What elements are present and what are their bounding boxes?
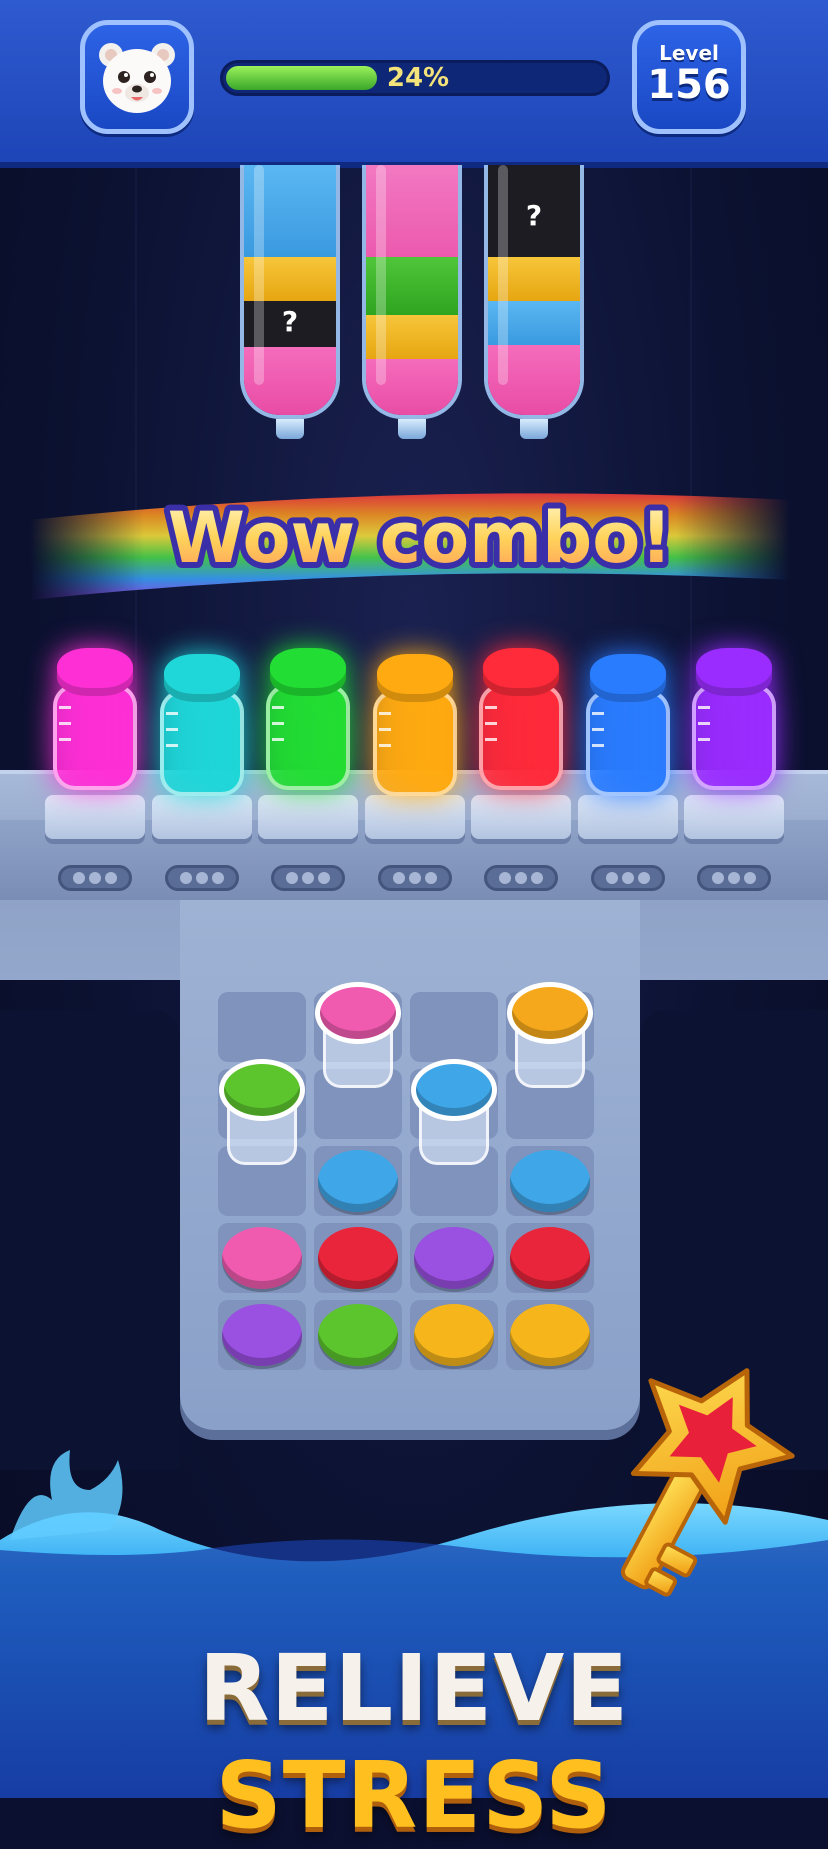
jar-liquid bbox=[53, 684, 137, 790]
jar-measure-mark bbox=[592, 728, 604, 731]
jar-measure-mark bbox=[166, 728, 178, 731]
completed-jar[interactable] bbox=[154, 654, 250, 804]
tagline-word-2: STRESS bbox=[215, 1742, 613, 1849]
shelf-vent bbox=[378, 865, 452, 891]
completed-jar[interactable] bbox=[47, 648, 143, 798]
color-disc-red[interactable] bbox=[510, 1227, 590, 1289]
jar-liquid bbox=[266, 684, 350, 790]
jar-measure-mark bbox=[272, 706, 284, 709]
jar-measure-mark bbox=[379, 712, 391, 715]
shelf-vent bbox=[591, 865, 665, 891]
glass-shine bbox=[498, 165, 508, 385]
empty-jar-orange[interactable] bbox=[507, 982, 593, 1092]
color-disc-purple[interactable] bbox=[414, 1227, 494, 1289]
jar-lid bbox=[411, 1059, 497, 1121]
completed-jar[interactable] bbox=[580, 654, 676, 804]
pour-tube-2[interactable] bbox=[362, 165, 462, 439]
jar-pedestal bbox=[471, 795, 571, 839]
jar-measure-mark bbox=[272, 738, 284, 741]
jar-pedestal bbox=[45, 795, 145, 839]
completed-jar[interactable] bbox=[367, 654, 463, 804]
jar-measure-mark bbox=[592, 744, 604, 747]
color-disc-red[interactable] bbox=[318, 1227, 398, 1289]
jar-liquid bbox=[160, 690, 244, 796]
glass-shine bbox=[376, 165, 386, 385]
jar-measure-mark bbox=[698, 706, 710, 709]
jar-measure-mark bbox=[698, 722, 710, 725]
jar-lid bbox=[377, 654, 453, 702]
jar-measure-mark bbox=[166, 744, 178, 747]
jar-measure-mark bbox=[485, 722, 497, 725]
completed-jar[interactable] bbox=[473, 648, 569, 798]
jar-measure-mark bbox=[272, 722, 284, 725]
jar-measure-mark bbox=[698, 738, 710, 741]
color-disc-purple[interactable] bbox=[222, 1304, 302, 1366]
board-cell[interactable] bbox=[218, 992, 306, 1062]
avatar-button[interactable] bbox=[80, 20, 194, 134]
level-badge: Level 156 bbox=[632, 20, 746, 134]
jar-measure-mark bbox=[59, 738, 71, 741]
jar-measure-mark bbox=[59, 706, 71, 709]
empty-jar-green[interactable] bbox=[219, 1059, 305, 1169]
combo-banner: Wow combo! Wow combo! bbox=[162, 491, 679, 585]
tube-nozzle bbox=[520, 419, 548, 439]
tube-glass: ? bbox=[240, 165, 340, 419]
background-gap bbox=[0, 1010, 180, 1470]
jar-lid bbox=[164, 654, 240, 702]
tube-nozzle bbox=[398, 419, 426, 439]
jar-lid bbox=[219, 1059, 305, 1121]
empty-jar-blue[interactable] bbox=[411, 1059, 497, 1169]
jar-lid bbox=[696, 648, 772, 696]
color-disc-blue[interactable] bbox=[510, 1150, 590, 1212]
jar-liquid bbox=[479, 684, 563, 790]
jar-measure-mark bbox=[166, 712, 178, 715]
pour-tube-3[interactable]: ? bbox=[484, 165, 584, 439]
empty-jar-pink[interactable] bbox=[315, 982, 401, 1092]
jar-lid bbox=[590, 654, 666, 702]
progress-percent: 24% bbox=[386, 63, 450, 93]
jar-pedestal bbox=[684, 795, 784, 839]
tagline: RELIEVE STRESS bbox=[0, 1635, 828, 1849]
completed-jar[interactable] bbox=[686, 648, 782, 798]
jar-lid bbox=[507, 982, 593, 1044]
shelf-vent bbox=[58, 865, 132, 891]
color-disc-pink[interactable] bbox=[222, 1227, 302, 1289]
jar-measure-mark bbox=[485, 738, 497, 741]
completed-jar[interactable] bbox=[260, 648, 356, 798]
shelf-vent bbox=[165, 865, 239, 891]
jar-lid bbox=[270, 648, 346, 696]
pour-tube-1[interactable]: ? bbox=[240, 165, 340, 439]
jar-lid bbox=[57, 648, 133, 696]
jar-liquid bbox=[586, 690, 670, 796]
tagline-word-1: RELIEVE bbox=[198, 1635, 630, 1742]
color-disc-yellow[interactable] bbox=[414, 1304, 494, 1366]
level-number: 156 bbox=[647, 62, 731, 108]
jar-measure-mark bbox=[592, 712, 604, 715]
board-cell[interactable] bbox=[410, 992, 498, 1062]
jar-measure-mark bbox=[485, 706, 497, 709]
shelf-vent bbox=[484, 865, 558, 891]
jar-lid bbox=[315, 982, 401, 1044]
shelf-vent bbox=[271, 865, 345, 891]
jar-pedestal bbox=[258, 795, 358, 839]
top-bar: 24% Level 156 bbox=[0, 0, 828, 168]
tube-glass bbox=[362, 165, 462, 419]
glass-shine bbox=[254, 165, 264, 385]
star-key-icon bbox=[620, 1368, 795, 1597]
polar-bear-avatar-icon bbox=[99, 43, 175, 113]
shelf-vent bbox=[697, 865, 771, 891]
jar-measure-mark bbox=[59, 722, 71, 725]
jar-lid bbox=[483, 648, 559, 696]
jar-measure-mark bbox=[379, 744, 391, 747]
jar-measure-mark bbox=[379, 728, 391, 731]
color-disc-blue[interactable] bbox=[318, 1150, 398, 1212]
jar-liquid bbox=[692, 684, 776, 790]
jar-liquid bbox=[373, 690, 457, 796]
combo-text: Wow combo! bbox=[168, 497, 673, 579]
color-disc-green[interactable] bbox=[318, 1304, 398, 1366]
tube-glass: ? bbox=[484, 165, 584, 419]
tube-nozzle bbox=[276, 419, 304, 439]
level-progress-bar: 24% bbox=[220, 60, 610, 96]
